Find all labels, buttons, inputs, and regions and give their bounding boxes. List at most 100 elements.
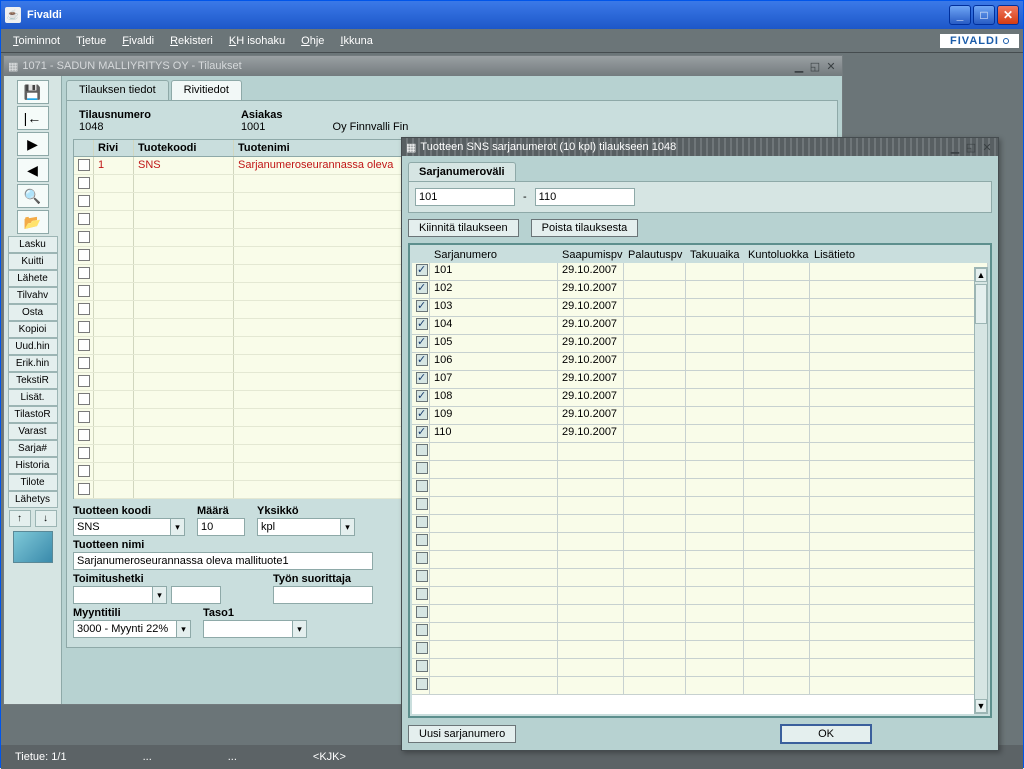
save-icon[interactable]: 💾	[17, 80, 49, 104]
serial-checkbox[interactable]	[416, 426, 428, 438]
serial-checkbox[interactable]	[416, 642, 428, 654]
serial-row[interactable]	[412, 515, 988, 533]
serial-checkbox[interactable]	[416, 480, 428, 492]
serial-checkbox[interactable]	[416, 534, 428, 546]
tuotteen-koodi-input[interactable]	[73, 518, 171, 536]
row-checkbox[interactable]	[78, 321, 90, 333]
toimitushetki-time-input[interactable]	[171, 586, 221, 604]
row-checkbox[interactable]	[78, 447, 90, 459]
arrow-right-icon[interactable]: ▶	[17, 132, 49, 156]
serial-checkbox[interactable]	[416, 552, 428, 564]
tool-tilvahv[interactable]: Tilvahv	[8, 287, 58, 304]
row-checkbox[interactable]	[78, 159, 90, 171]
row-checkbox[interactable]	[78, 465, 90, 477]
row-checkbox[interactable]	[78, 357, 90, 369]
serial-row[interactable]: 10129.10.2007	[412, 263, 988, 281]
serial-checkbox[interactable]	[416, 336, 428, 348]
serial-checkbox[interactable]	[416, 606, 428, 618]
menu-rekisteri[interactable]: Rekisteri	[162, 33, 221, 49]
tool-lhete[interactable]: Lähete	[8, 270, 58, 287]
serial-checkbox[interactable]	[416, 408, 428, 420]
tool-list[interactable]: Lisät.	[8, 389, 58, 406]
serial-row[interactable]	[412, 479, 988, 497]
serial-checkbox[interactable]	[416, 624, 428, 636]
serial-row[interactable]: 10429.10.2007	[412, 317, 988, 335]
serial-row[interactable]	[412, 497, 988, 515]
row-checkbox[interactable]	[78, 249, 90, 261]
tool-lhetys[interactable]: Lähetys	[8, 491, 58, 508]
scroll-down-icon[interactable]: ▼	[975, 699, 987, 713]
row-checkbox[interactable]	[78, 483, 90, 495]
tool-osta[interactable]: Osta	[8, 304, 58, 321]
close-button[interactable]: ✕	[997, 5, 1019, 25]
row-checkbox[interactable]	[78, 411, 90, 423]
maximize-button[interactable]: □	[973, 5, 995, 25]
menu-khisohaku[interactable]: KH isohaku	[221, 33, 293, 49]
row-checkbox[interactable]	[78, 195, 90, 207]
tyon-suorittaja-input[interactable]	[273, 586, 373, 604]
serial-row[interactable]	[412, 533, 988, 551]
tab-tilauksen-tiedot[interactable]: Tilauksen tiedot	[66, 80, 169, 100]
tuotteen-nimi-input[interactable]	[73, 552, 373, 570]
arrow-left-icon[interactable]: ◀	[17, 158, 49, 182]
maara-input[interactable]	[197, 518, 245, 536]
mdi-close-icon[interactable]: ✕	[824, 59, 838, 73]
serial-checkbox[interactable]	[416, 444, 428, 456]
serial-checkbox[interactable]	[416, 372, 428, 384]
mdi-max-icon[interactable]: ◱	[808, 59, 822, 73]
serial-checkbox[interactable]	[416, 390, 428, 402]
serial-row[interactable]: 10829.10.2007	[412, 389, 988, 407]
serial-row[interactable]	[412, 641, 988, 659]
serial-row[interactable]: 10629.10.2007	[412, 353, 988, 371]
tool-kuitti[interactable]: Kuitti	[8, 253, 58, 270]
serial-row[interactable]	[412, 461, 988, 479]
serial-checkbox[interactable]	[416, 300, 428, 312]
mdi-min-icon[interactable]: ▁	[792, 59, 806, 73]
dialog-scrollbar[interactable]: ▲ ▼	[974, 267, 988, 714]
menu-fivaldi[interactable]: Fivaldi	[114, 33, 162, 49]
tool-tekstir[interactable]: TekstiR	[8, 372, 58, 389]
yksikko-input[interactable]	[257, 518, 341, 536]
dropdown-icon[interactable]: ▾	[293, 620, 307, 638]
range-to-input[interactable]	[535, 188, 635, 206]
serial-checkbox[interactable]	[416, 282, 428, 294]
row-checkbox[interactable]	[78, 213, 90, 225]
toimitushetki-input[interactable]	[73, 586, 153, 604]
serial-checkbox[interactable]	[416, 264, 428, 276]
tool-erikhin[interactable]: Erik.hin	[8, 355, 58, 372]
tab-rivitiedot[interactable]: Rivitiedot	[171, 80, 242, 100]
dialog-max-icon[interactable]: ◱	[964, 140, 978, 154]
serial-checkbox[interactable]	[416, 462, 428, 474]
menu-ikkuna[interactable]: Ikkuna	[332, 33, 380, 49]
scroll-up-icon[interactable]: ▲	[975, 268, 987, 282]
serial-checkbox[interactable]	[416, 570, 428, 582]
dropdown-icon[interactable]: ▾	[177, 620, 191, 638]
row-checkbox[interactable]	[78, 231, 90, 243]
dropdown-icon[interactable]: ▾	[171, 518, 185, 536]
serial-checkbox[interactable]	[416, 354, 428, 366]
row-checkbox[interactable]	[78, 177, 90, 189]
serial-checkbox[interactable]	[416, 318, 428, 330]
serial-checkbox[interactable]	[416, 516, 428, 528]
serial-row[interactable]	[412, 443, 988, 461]
serial-row[interactable]: 11029.10.2007	[412, 425, 988, 443]
row-checkbox[interactable]	[78, 285, 90, 297]
dropdown-icon[interactable]: ▾	[341, 518, 355, 536]
tool-lasku[interactable]: Lasku	[8, 236, 58, 253]
tool-sarja[interactable]: Sarja#	[8, 440, 58, 457]
uusi-sarjanumero-button[interactable]: Uusi sarjanumero	[408, 725, 516, 743]
myyntitili-input[interactable]	[73, 620, 177, 638]
serial-row[interactable]	[412, 659, 988, 677]
row-checkbox[interactable]	[78, 339, 90, 351]
row-checkbox[interactable]	[78, 303, 90, 315]
row-checkbox[interactable]	[78, 393, 90, 405]
serial-row[interactable]	[412, 587, 988, 605]
serial-checkbox[interactable]	[416, 678, 428, 690]
serial-row[interactable]: 10529.10.2007	[412, 335, 988, 353]
scroll-thumb[interactable]	[975, 284, 987, 324]
row-checkbox[interactable]	[78, 375, 90, 387]
dialog-min-icon[interactable]: ▁	[948, 140, 962, 154]
row-checkbox[interactable]	[78, 267, 90, 279]
dialog-tab[interactable]: Sarjanumeroväli	[408, 162, 516, 181]
tool-uudhin[interactable]: Uud.hin	[8, 338, 58, 355]
